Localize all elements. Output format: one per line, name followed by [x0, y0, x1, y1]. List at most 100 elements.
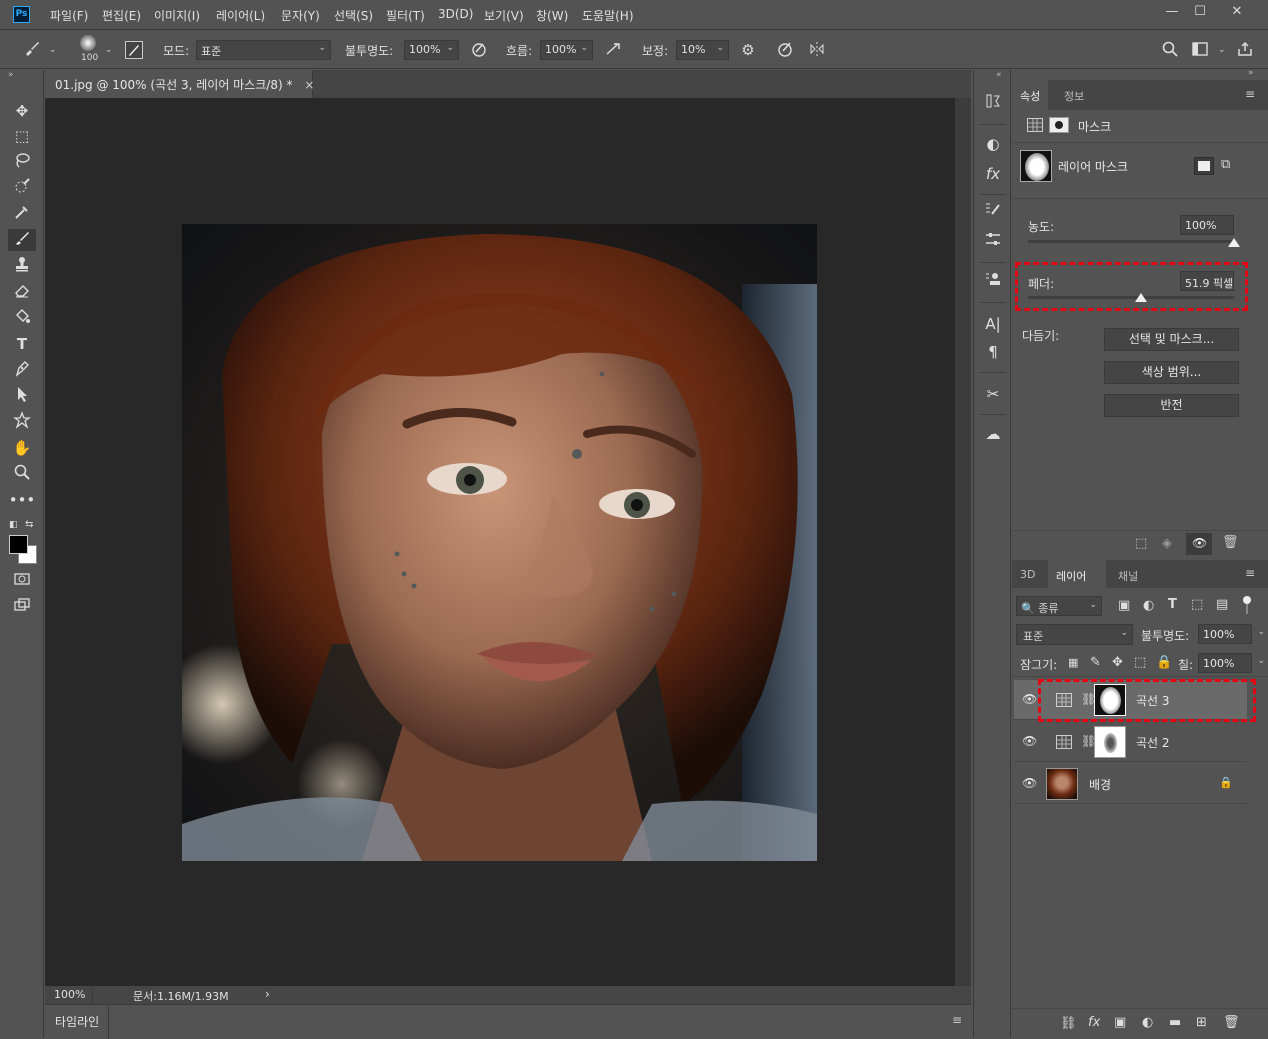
lock-image-icon[interactable]: ✎: [1090, 655, 1101, 670]
lock-all-icon[interactable]: 🔒: [1156, 655, 1172, 670]
layer-filter-select[interactable]: 🔍 종류 ⌄: [1016, 596, 1102, 616]
brush-settings-panel-icon[interactable]: [980, 200, 1006, 224]
foreground-color-swatch[interactable]: [9, 535, 28, 554]
lock-artboard-icon[interactable]: ⬚: [1134, 655, 1146, 670]
quick-mask-icon[interactable]: [8, 570, 36, 592]
pen-tool-icon[interactable]: [8, 359, 36, 381]
tool-presets-icon[interactable]: ✂: [980, 382, 1006, 406]
zoom-tool-icon[interactable]: [8, 463, 36, 485]
clone-source-icon[interactable]: [980, 270, 1006, 294]
tab-properties[interactable]: 속성: [1012, 80, 1049, 110]
trash-icon[interactable]: 🗑: [1222, 535, 1239, 550]
blend-mode-select[interactable]: 표준 ⌄: [1016, 624, 1133, 645]
tab-layers[interactable]: 레이어: [1048, 560, 1106, 590]
brush-settings-icon[interactable]: [125, 41, 143, 59]
brush-tip-icon[interactable]: [80, 35, 96, 51]
density-slider-thumb[interactable]: [1228, 238, 1240, 247]
select-and-mask-button[interactable]: 선택 및 마스크...: [1104, 328, 1239, 351]
menu-select[interactable]: 선택(S): [334, 7, 373, 24]
panel-menu-icon[interactable]: ≡: [952, 1013, 962, 1027]
apply-mask-icon[interactable]: ◈: [1162, 536, 1172, 551]
symmetry-icon[interactable]: [807, 40, 827, 62]
paragraph-icon[interactable]: ¶: [980, 340, 1006, 364]
menu-file[interactable]: 파일(F): [50, 7, 88, 24]
chevron-down-icon[interactable]: ⌄: [49, 45, 57, 55]
new-group-icon[interactable]: ▬: [1169, 1015, 1181, 1030]
close-tab-icon[interactable]: ×: [304, 78, 314, 92]
styles-fx-icon[interactable]: fx: [980, 162, 1006, 186]
filter-toggle[interactable]: [1243, 596, 1251, 616]
adjustment-grid-icon[interactable]: [1027, 118, 1043, 132]
layer-mask-thumbnail[interactable]: [1094, 726, 1126, 758]
adjustments-icon[interactable]: ◐: [980, 132, 1006, 156]
mask-visibility-button[interactable]: 👁: [1186, 533, 1212, 555]
add-mask-icon[interactable]: ▣: [1114, 1015, 1126, 1030]
menu-type[interactable]: 문자(Y): [281, 7, 320, 24]
density-slider-track[interactable]: [1028, 240, 1234, 243]
lock-transparency-icon[interactable]: ▦: [1068, 656, 1078, 669]
layer-name[interactable]: 곡선 2: [1136, 734, 1170, 751]
eye-icon[interactable]: 👁: [1022, 734, 1037, 748]
search-icon[interactable]: [1160, 40, 1180, 62]
path-selection-tool-icon[interactable]: [8, 385, 36, 407]
opacity-input[interactable]: 100% ⌄: [404, 40, 459, 60]
chevron-down-icon[interactable]: ⌄: [1257, 627, 1265, 637]
swap-colors-icon[interactable]: ⇆: [25, 519, 33, 530]
color-range-button[interactable]: 색상 범위...: [1104, 361, 1239, 384]
mask-icon[interactable]: [1049, 117, 1069, 133]
brush-tool-preset-icon[interactable]: [22, 39, 42, 61]
invert-button[interactable]: 반전: [1104, 394, 1239, 417]
density-input[interactable]: 100%: [1180, 215, 1234, 235]
maximize-button[interactable]: ☐: [1187, 4, 1213, 22]
layer-row-curves-2[interactable]: 👁 ⛓ 곡선 2: [1014, 722, 1247, 762]
shape-tool-icon[interactable]: [8, 411, 36, 433]
shape-filter-icon[interactable]: ⬚: [1191, 597, 1203, 612]
collapse-icon[interactable]: »: [1248, 68, 1254, 78]
layer-opacity-input[interactable]: 100% ⌄: [1198, 624, 1265, 644]
vector-mask-add-icon[interactable]: ⧉: [1221, 157, 1230, 172]
panel-menu-icon[interactable]: ≡: [1245, 566, 1255, 580]
flow-input[interactable]: 100% ⌄: [540, 40, 593, 60]
quick-selection-tool-icon[interactable]: [8, 177, 36, 199]
smart-object-filter-icon[interactable]: ▤: [1216, 597, 1228, 612]
fill-input[interactable]: 100% ⌄: [1198, 653, 1265, 673]
tab-channels[interactable]: 채널: [1110, 560, 1146, 590]
trash-icon[interactable]: 🗑: [1223, 1015, 1240, 1030]
move-tool-icon[interactable]: ✥: [8, 100, 36, 122]
type-tool-icon[interactable]: T: [8, 333, 36, 355]
smoothing-input[interactable]: 10% ⌄: [676, 40, 729, 60]
menu-edit[interactable]: 편집(E): [102, 7, 141, 24]
collapse-icon[interactable]: »: [8, 70, 14, 80]
eraser-tool-icon[interactable]: [8, 281, 36, 303]
gear-icon[interactable]: ⚙: [738, 41, 758, 59]
menu-filter[interactable]: 필터(T): [386, 7, 425, 24]
libraries-icon[interactable]: ☁: [980, 422, 1006, 446]
load-selection-icon[interactable]: ⬚: [1135, 536, 1147, 551]
layer-thumbnail[interactable]: [1046, 768, 1078, 800]
menu-view[interactable]: 보기(V): [484, 7, 524, 24]
status-menu-arrow[interactable]: ›: [265, 987, 270, 1001]
eye-icon[interactable]: 👁: [1022, 692, 1037, 706]
adjustment-filter-icon[interactable]: ◐: [1143, 598, 1154, 613]
menu-image[interactable]: 이미지(I): [154, 7, 200, 24]
tab-3d[interactable]: 3D: [1012, 560, 1043, 590]
pixel-mask-button[interactable]: [1194, 157, 1214, 175]
menu-layer[interactable]: 레이어(L): [216, 7, 265, 24]
eye-icon[interactable]: 👁: [1022, 776, 1037, 790]
character-icon[interactable]: A|: [980, 312, 1006, 336]
document-tab[interactable]: 01.jpg @ 100% (곡선 3, 레이어 마스크/8) * ×: [45, 70, 314, 98]
timeline-tab[interactable]: 타임라인: [55, 1013, 99, 1030]
screen-mode-icon[interactable]: [8, 596, 36, 618]
lock-position-icon[interactable]: ✥: [1112, 655, 1123, 670]
pixel-filter-icon[interactable]: ▣: [1118, 598, 1130, 613]
more-tools-icon[interactable]: •••: [8, 489, 36, 511]
hand-tool-icon[interactable]: ✋: [8, 437, 36, 459]
brush-tool-icon[interactable]: [8, 229, 36, 251]
layer-name[interactable]: 배경: [1089, 776, 1111, 793]
menu-help[interactable]: 도움말(H): [582, 7, 634, 24]
fx-icon[interactable]: fx: [1088, 1015, 1100, 1030]
marquee-tool-icon[interactable]: ⬚: [8, 125, 36, 147]
expand-icon[interactable]: «: [996, 70, 1002, 80]
history-icon[interactable]: [980, 92, 1006, 116]
eyedropper-tool-icon[interactable]: [8, 203, 36, 225]
